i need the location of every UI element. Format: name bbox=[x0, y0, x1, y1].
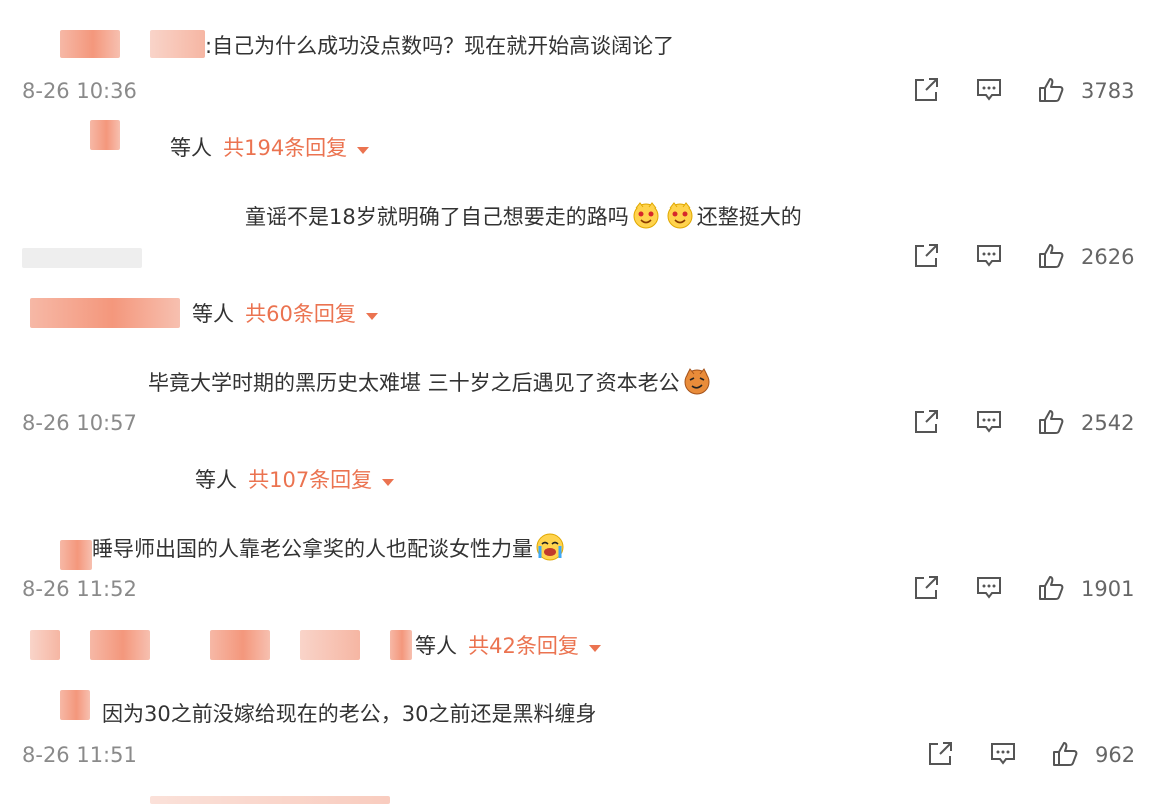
share-icon[interactable] bbox=[912, 242, 940, 270]
blurred-username bbox=[210, 630, 270, 660]
blurred-username bbox=[30, 630, 60, 660]
comment-text-part: 睡导师出国的人靠老公拿奖的人也配谈女性力量 bbox=[92, 537, 533, 561]
crying-emoji-icon bbox=[535, 532, 565, 562]
share-icon[interactable] bbox=[926, 740, 954, 768]
thumbs-up-icon[interactable] bbox=[1037, 574, 1065, 602]
reply-count[interactable]: 共60条回复 bbox=[245, 302, 356, 326]
reply-count[interactable]: 共42条回复 bbox=[468, 634, 579, 658]
share-icon[interactable] bbox=[912, 408, 940, 436]
blurred-username bbox=[90, 120, 120, 150]
thumbs-up-icon[interactable] bbox=[1037, 76, 1065, 104]
comment-text-part: 毕竟大学时期的黑历史太难堪 三十岁之后遇见了资本老公 bbox=[148, 371, 680, 395]
thumbs-up-icon[interactable] bbox=[1037, 408, 1065, 436]
caret-down-icon[interactable] bbox=[357, 147, 370, 154]
share-icon[interactable] bbox=[912, 574, 940, 602]
blurred-username bbox=[60, 540, 92, 570]
blurred-timestamp bbox=[22, 248, 142, 268]
comment-text: :自己为什么成功没点数吗？现在就开始高谈阔论了 bbox=[205, 34, 675, 58]
blurred-username bbox=[150, 30, 205, 58]
comment-text-part: 还整挺大的 bbox=[696, 205, 802, 229]
laughing-emoji-icon bbox=[631, 200, 661, 230]
like-count: 2542 bbox=[1081, 411, 1135, 435]
comment-text: 睡导师出国的人靠老公拿奖的人也配谈女性力量 bbox=[92, 532, 567, 563]
thumbs-up-icon[interactable] bbox=[1051, 740, 1079, 768]
reply-summary[interactable]: 等人 共107条回复 bbox=[195, 464, 395, 494]
like-count: 1901 bbox=[1081, 577, 1135, 601]
reply-count[interactable]: 共107条回复 bbox=[248, 468, 372, 492]
comment-icon[interactable] bbox=[989, 740, 1017, 768]
sly-emoji-icon bbox=[682, 366, 712, 396]
reply-count[interactable]: 共194条回复 bbox=[223, 136, 347, 160]
comment-timestamp: 8-26 11:51 bbox=[22, 743, 137, 767]
reply-by-text: 等人 bbox=[170, 136, 212, 160]
comment-text-part: 童谣不是18岁就明确了自己想要走的路吗 bbox=[245, 205, 629, 229]
blurred-username bbox=[150, 796, 390, 804]
blurred-username bbox=[300, 630, 360, 660]
comment-text: 毕竟大学时期的黑历史太难堪 三十岁之后遇见了资本老公 bbox=[148, 366, 714, 397]
caret-down-icon[interactable] bbox=[588, 645, 601, 652]
comment-icon[interactable] bbox=[975, 408, 1003, 436]
like-count: 2626 bbox=[1081, 245, 1135, 269]
laughing-emoji-icon bbox=[665, 200, 695, 230]
comment-text: 因为30之前没嫁给现在的老公，30之前还是黑料缠身 bbox=[102, 702, 597, 726]
reply-summary[interactable]: 等人 共194条回复 bbox=[170, 132, 370, 162]
blurred-username bbox=[90, 630, 150, 660]
blurred-username bbox=[60, 690, 90, 720]
share-icon[interactable] bbox=[912, 76, 940, 104]
comment-icon[interactable] bbox=[975, 242, 1003, 270]
thumbs-up-icon[interactable] bbox=[1037, 242, 1065, 270]
comment-timestamp: 8-26 10:36 bbox=[22, 79, 137, 103]
reply-by-text: 等人 bbox=[192, 302, 234, 326]
reply-by-text: 等人 bbox=[195, 468, 237, 492]
comment-timestamp: 8-26 11:52 bbox=[22, 577, 137, 601]
caret-down-icon[interactable] bbox=[382, 479, 395, 486]
reply-by-text: 等人 bbox=[415, 634, 457, 658]
blurred-username bbox=[30, 298, 180, 328]
caret-down-icon[interactable] bbox=[365, 313, 378, 320]
blurred-username bbox=[390, 630, 412, 660]
comment-text: 童谣不是18岁就明确了自己想要走的路吗 还整挺大的 bbox=[245, 200, 802, 231]
reply-summary[interactable]: 等人 共42条回复 bbox=[415, 630, 601, 660]
blurred-username bbox=[60, 30, 120, 58]
comment-timestamp: 8-26 10:57 bbox=[22, 411, 137, 435]
like-count: 3783 bbox=[1081, 79, 1135, 103]
like-count: 962 bbox=[1095, 743, 1136, 767]
comment-icon[interactable] bbox=[975, 76, 1003, 104]
comment-icon[interactable] bbox=[975, 574, 1003, 602]
reply-summary[interactable]: 等人 共60条回复 bbox=[192, 298, 378, 328]
